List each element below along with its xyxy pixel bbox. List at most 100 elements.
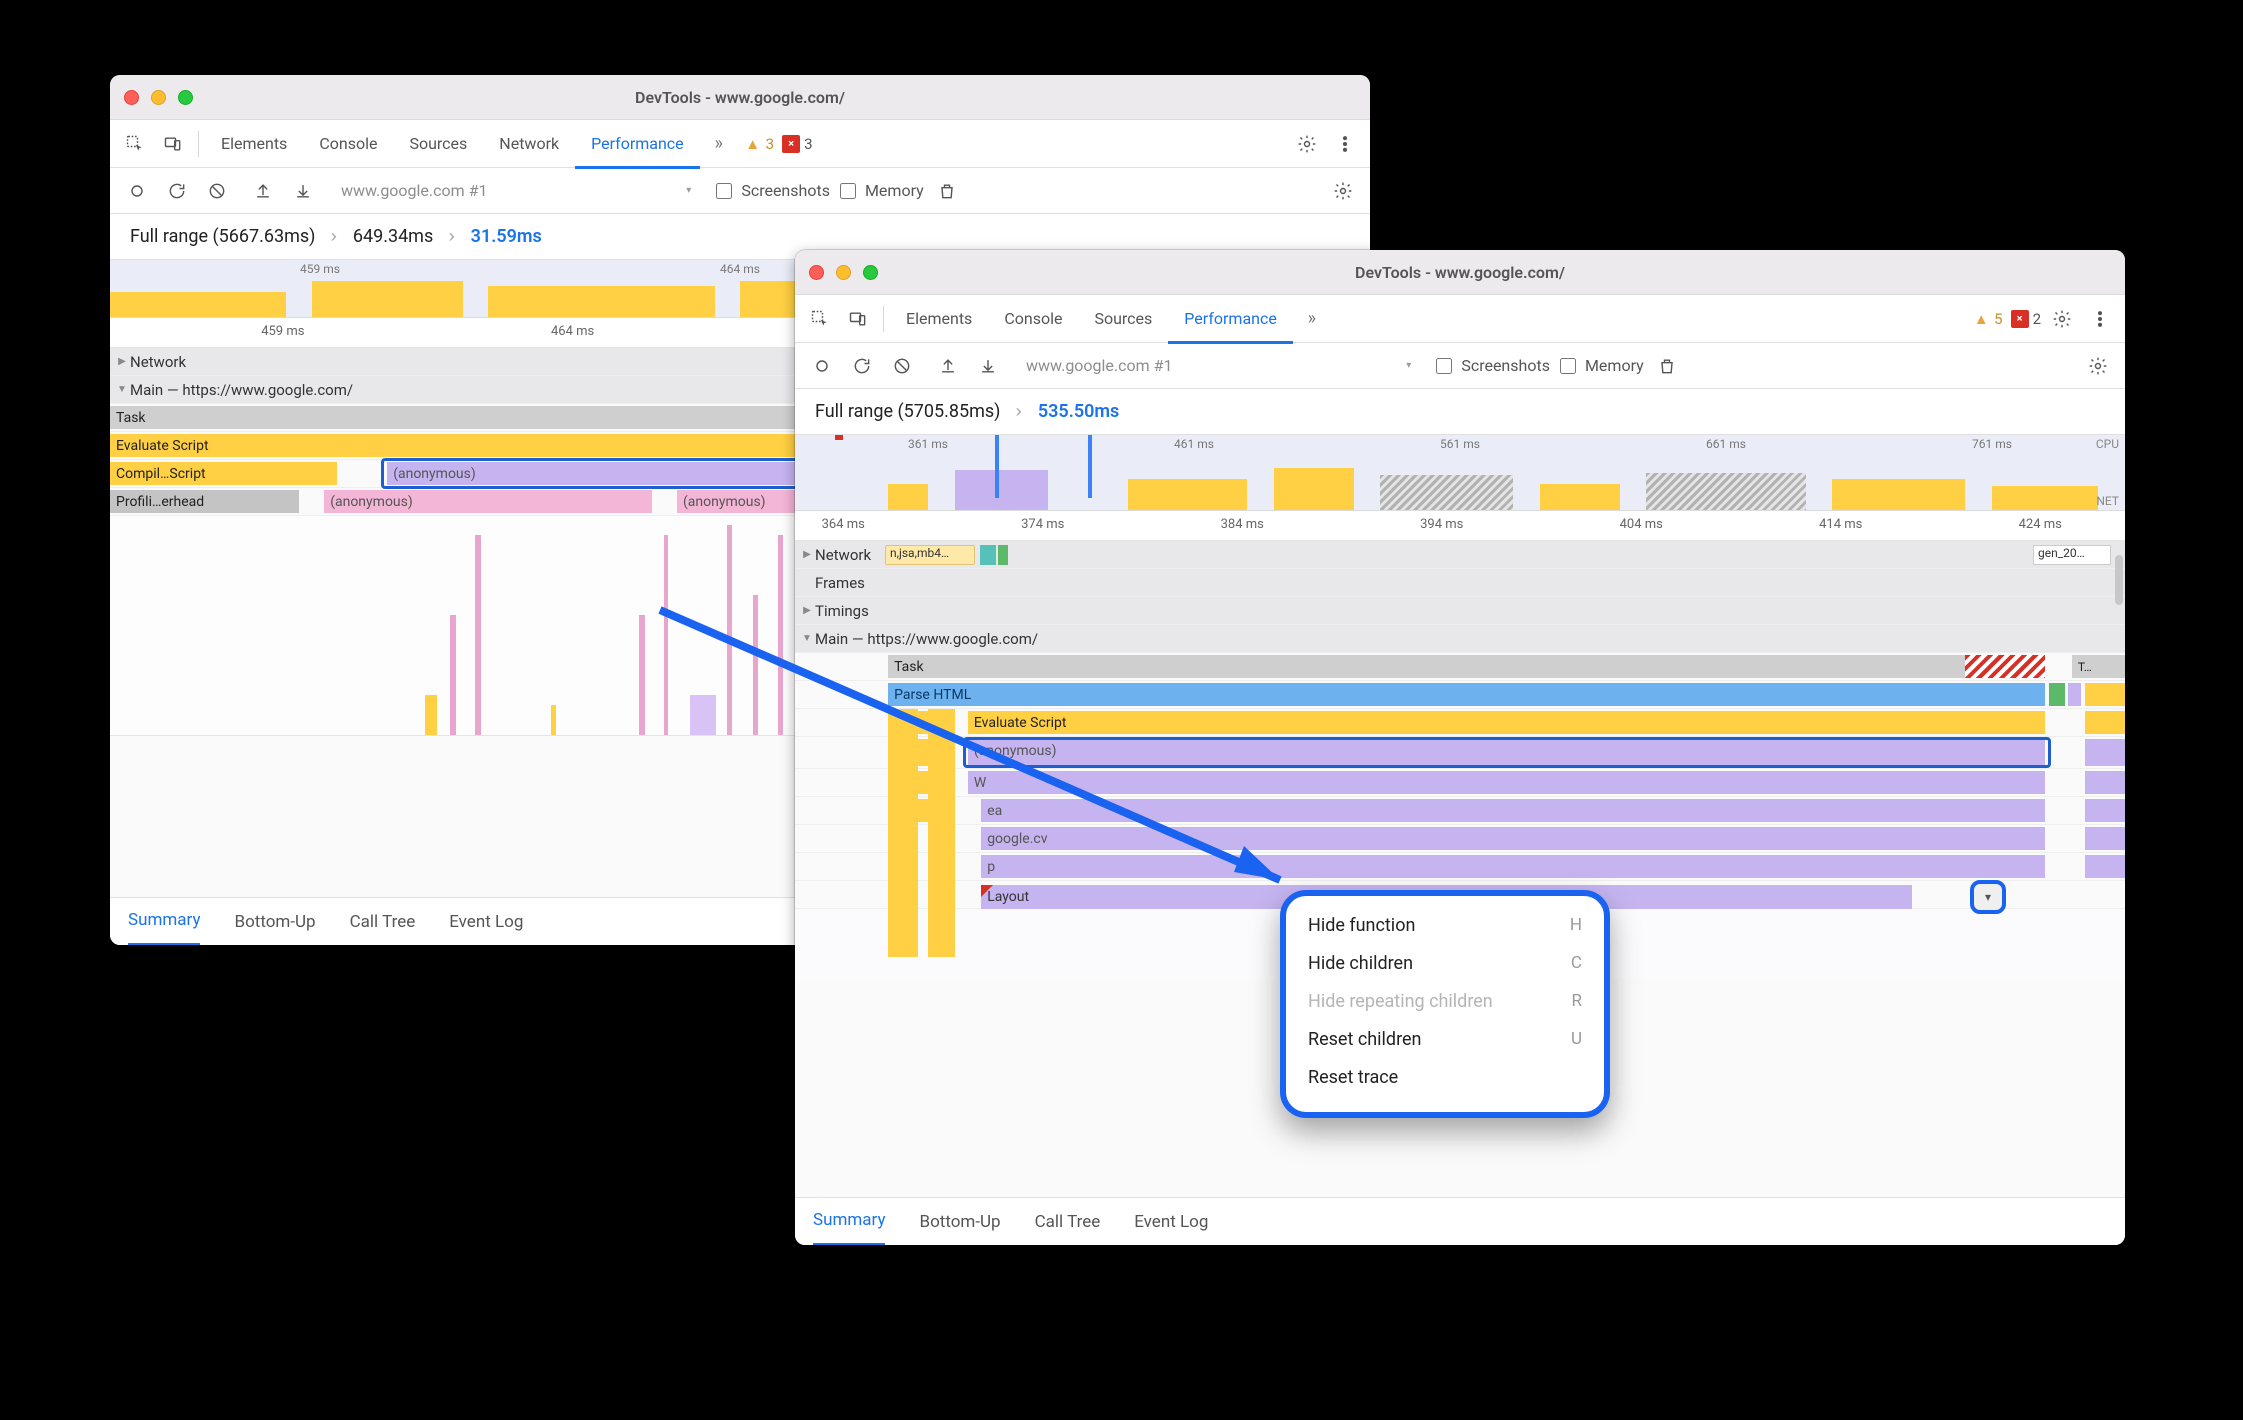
w-row[interactable]: W (795, 769, 2125, 797)
record-icon[interactable] (805, 349, 839, 383)
memory-input[interactable] (1560, 358, 1576, 374)
menu-reset-children[interactable]: Reset children U (1304, 1020, 1586, 1058)
tab-elements[interactable]: Elements (892, 302, 986, 336)
tab-call-tree[interactable]: Call Tree (1035, 1198, 1101, 1246)
inspect-icon[interactable] (803, 302, 837, 336)
tab-call-tree[interactable]: Call Tree (350, 898, 416, 946)
evaluate-row[interactable]: Evaluate Script (795, 709, 2125, 737)
tab-sources[interactable]: Sources (1080, 302, 1166, 336)
memory-checkbox[interactable]: Memory (836, 180, 924, 202)
menu-reset-trace[interactable]: Reset trace (1304, 1058, 1586, 1096)
reload-icon[interactable] (845, 349, 879, 383)
p-bar: p (981, 855, 2045, 878)
screenshots-input[interactable] (716, 183, 732, 199)
warnings-count[interactable]: ▲ 5 (1972, 310, 2002, 328)
tab-event-log[interactable]: Event Log (449, 898, 523, 946)
network-track-header[interactable]: ▶ Network n,jsa,mb4… gen_20… (795, 541, 2125, 569)
tab-summary[interactable]: Summary (128, 898, 200, 946)
overview-activity (795, 466, 2125, 510)
gc-icon[interactable] (930, 174, 964, 208)
frames-track-header[interactable]: Frames (795, 569, 2125, 597)
overflow-icon[interactable] (2083, 302, 2117, 336)
upload-icon[interactable] (931, 349, 965, 383)
tab-bottom-up[interactable]: Bottom-Up (919, 1198, 1000, 1246)
tab-summary[interactable]: Summary (813, 1198, 885, 1246)
record-icon[interactable] (120, 174, 154, 208)
menu-hide-function[interactable]: Hide function H (1304, 906, 1586, 944)
menu-hide-children[interactable]: Hide children C (1304, 944, 1586, 982)
clear-icon[interactable] (885, 349, 919, 383)
task-row[interactable]: Task T… (795, 653, 2125, 681)
tab-event-log[interactable]: Event Log (1134, 1198, 1208, 1246)
overflow-icon[interactable] (1328, 127, 1362, 161)
anonymous-row[interactable]: (anonymous) (795, 737, 2125, 769)
tab-console[interactable]: Console (990, 302, 1076, 336)
page-selector[interactable]: www.google.com #1 ▾ (1017, 351, 1420, 381)
p-row[interactable]: p (795, 853, 2125, 881)
gc-icon[interactable] (1650, 349, 1684, 383)
settings-icon[interactable] (2045, 302, 2079, 336)
page-selector[interactable]: www.google.com #1 ▾ (332, 176, 700, 206)
breadcrumb-current[interactable]: 535.50ms (1038, 401, 1119, 422)
settings-icon[interactable] (2081, 349, 2115, 383)
screenshots-checkbox[interactable]: Screenshots (712, 180, 830, 202)
network-pill: n,jsa,mb4… (885, 545, 975, 565)
tab-console[interactable]: Console (305, 127, 391, 161)
tab-network[interactable]: Network (485, 127, 573, 161)
settings-icon[interactable] (1290, 127, 1324, 161)
screenshots-checkbox[interactable]: Screenshots (1432, 355, 1550, 377)
menu-item-label: Reset children (1308, 1029, 1421, 1050)
errors-count[interactable]: × 3 (782, 135, 812, 153)
inspect-icon[interactable] (118, 127, 152, 161)
download-icon[interactable] (286, 174, 320, 208)
tab-bottom-up[interactable]: Bottom-Up (234, 898, 315, 946)
settings-icon[interactable] (1326, 174, 1360, 208)
main-track-header[interactable]: ▼ Main — https://www.google.com/ (795, 625, 2125, 653)
ruler-tick: 374 ms (1021, 517, 1064, 532)
warnings-count[interactable]: ▲ 3 (744, 135, 774, 153)
tab-sources[interactable]: Sources (395, 127, 481, 161)
timings-label: Timings (815, 602, 869, 620)
upload-icon[interactable] (246, 174, 280, 208)
chevrons-icon: » (714, 133, 722, 154)
more-tabs-icon[interactable]: » (1295, 302, 1329, 336)
breadcrumb-mid[interactable]: 649.34ms (353, 226, 433, 247)
chevrons-icon: » (1308, 308, 1316, 329)
overview-track[interactable]: 361 ms 461 ms 561 ms 661 ms 761 ms (795, 435, 2125, 511)
task-bar-right: T… (2072, 655, 2125, 678)
memory-checkbox[interactable]: Memory (1556, 355, 1644, 377)
breadcrumb-full[interactable]: Full range (5667.63ms) (130, 226, 315, 247)
breadcrumb-full[interactable]: Full range (5705.85ms) (815, 401, 1000, 422)
ea-row[interactable]: ea (795, 797, 2125, 825)
googlecv-row[interactable]: google.cv (795, 825, 2125, 853)
tab-elements[interactable]: Elements (207, 127, 301, 161)
device-toolbar-icon[interactable] (841, 302, 875, 336)
device-toolbar-icon[interactable] (156, 127, 190, 161)
anonymous-bar: (anonymous) (968, 739, 2045, 766)
errors-count[interactable]: × 2 (2011, 310, 2041, 328)
tab-performance[interactable]: Performance (577, 127, 698, 161)
breadcrumb: Full range (5705.85ms) › 535.50ms (795, 389, 2125, 435)
scrollbar[interactable] (2115, 555, 2123, 605)
tick-label: 459 ms (300, 262, 340, 276)
reload-icon[interactable] (160, 174, 194, 208)
parse-bar: Parse HTML (888, 683, 2045, 706)
clear-icon[interactable] (200, 174, 234, 208)
parse-row[interactable]: Parse HTML (795, 681, 2125, 709)
download-icon[interactable] (971, 349, 1005, 383)
row-dropdown-button[interactable]: ▾ (1970, 880, 2006, 914)
tab-performance[interactable]: Performance (1170, 302, 1291, 336)
breadcrumb-current[interactable]: 31.59ms (471, 226, 542, 247)
ruler-tick: 394 ms (1420, 517, 1463, 532)
chevron-right-icon: › (331, 226, 338, 247)
memory-input[interactable] (840, 183, 856, 199)
menu-item-label: Hide children (1308, 953, 1413, 974)
more-tabs-icon[interactable]: » (702, 127, 736, 161)
screenshots-input[interactable] (1436, 358, 1452, 374)
warnings-value: 5 (1994, 310, 2002, 328)
timings-track-header[interactable]: ▶ Timings (795, 597, 2125, 625)
ruler-tick: 414 ms (1819, 517, 1862, 532)
time-ruler[interactable]: 364 ms 374 ms 384 ms 394 ms 404 ms 414 m… (795, 511, 2125, 541)
issue-counters[interactable]: ▲ 5 × 2 (1972, 310, 2041, 328)
issue-counters[interactable]: ▲ 3 × 3 (744, 135, 813, 153)
